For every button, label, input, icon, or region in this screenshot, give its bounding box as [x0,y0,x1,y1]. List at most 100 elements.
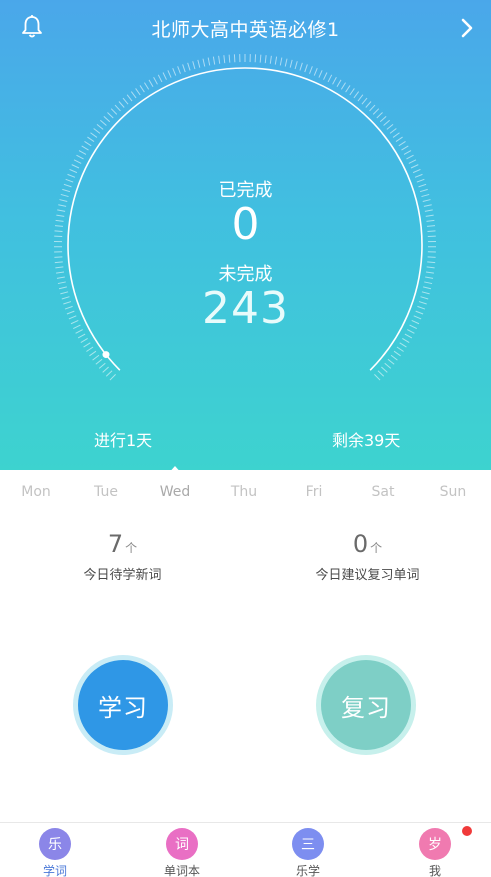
gauge-tick [81,145,89,151]
gauge-tick [374,374,381,381]
review-count: 0 [352,530,369,558]
gauge-tick [299,62,303,71]
active-day-pointer [167,466,183,475]
day-thu[interactable]: Thu [209,484,279,500]
gauge-tick [98,362,106,369]
tab-me-label: 我 [428,864,441,877]
notification-dot [462,826,472,836]
bottom-tab-bar: 乐 学词 词 单词本 三 乐学 岁 我 [0,822,491,877]
gauge-tick [207,57,211,66]
day-sun[interactable]: Sun [418,484,488,500]
gauge-tick [92,354,100,361]
gauge-tick [139,85,145,93]
new-words-count: 7 [107,530,124,558]
gauge-tick [289,59,293,68]
gauge-tick [379,115,387,123]
gauge-tick [122,97,129,105]
gauge-tick [406,154,414,160]
gauge-progress-marker [102,351,110,359]
day-wed[interactable]: Wed [140,484,210,500]
gauge-tick [197,59,201,68]
gauge-tick [96,123,104,130]
gauge-tick [86,346,94,352]
gauge-tick [187,62,191,71]
learn-button[interactable]: 学习 [78,660,168,750]
learn-words-icon: 乐 [39,828,71,860]
gauge-tick [109,374,116,381]
gauge-tick [83,342,91,348]
gauge-tick [401,145,409,151]
gauge-tick [76,154,84,160]
gauge-tick [182,64,186,73]
gauge-tick [384,362,392,369]
review-button[interactable]: 复习 [321,660,411,750]
gauge-tick [135,88,141,96]
tab-me[interactable]: 岁 我 [374,823,491,877]
gauge-tick [110,108,118,115]
tab-wordbook-label: 单词本 [163,864,200,877]
gauge-tick [399,342,407,348]
remaining-count: 243 [202,283,289,334]
gauge-tick [304,64,308,73]
gauge-tick [318,70,323,78]
review-unit: 个 [370,541,383,555]
gauge-tick [100,119,107,126]
gauge-tick [309,66,313,74]
gauge-tick [395,136,403,142]
gauge-tick [274,56,278,65]
gauge-tick [71,164,80,169]
gauge-tick [264,55,267,64]
day-sat[interactable]: Sat [348,484,418,500]
gauge-tick [93,128,101,134]
gauge-tick [172,68,177,76]
tab-learn-words[interactable]: 乐 学词 [0,823,116,877]
gauge-tick [340,82,346,90]
gauge-tick [103,115,111,123]
gauge-tick [69,169,78,174]
gauge-tick [157,74,163,83]
gauge-tick [294,61,298,70]
gauge-tick [327,74,333,83]
gauge-tick [77,333,86,339]
gauge-tick [192,61,196,70]
new-words-stat: 7个 今日待学新词 [0,530,245,583]
wordbook-icon: 词 [166,828,198,860]
tab-wordbook[interactable]: 词 单词本 [121,823,243,877]
day-mon[interactable]: Mon [1,484,71,500]
gauge-tick [130,91,137,99]
review-label: 今日建议复习单词 [315,568,420,583]
gauge-tick [372,108,380,115]
gauge-tick [408,159,417,164]
gauge-tick [90,132,98,138]
gauge-tick [345,85,351,93]
day-tue[interactable]: Tue [71,484,141,500]
gauge-tick [95,358,103,365]
gauge-tick [167,70,172,78]
fun-learning-icon: 三 [292,828,324,860]
gauge-tick [402,338,410,343]
new-words-label: 今日待学新词 [83,568,162,583]
gauge-tick [212,56,216,65]
gauge-tick [412,169,421,174]
gauge-tick [177,66,181,74]
tab-fun-learning[interactable]: 三 乐学 [247,823,369,877]
days-left: 剩余39天 [332,431,401,450]
gauge-tick [427,256,436,258]
gauge-tick [259,54,262,63]
gauge-tick [365,101,372,108]
gauge-tick [279,57,283,66]
gauge-tick [87,136,95,142]
gauge-tick [269,55,272,64]
gauge-tick [369,104,376,112]
gauge-tick [398,141,406,147]
gauge-tick [218,55,221,64]
day-fri[interactable]: Fri [279,484,349,500]
gauge-tick [389,128,397,134]
gauge-tick [353,91,360,99]
gauge-tick [144,82,150,90]
gauge-tick [387,358,395,365]
review-words-stat: 0个 今日建议复习单词 [245,530,490,583]
gauge-tick [73,159,82,164]
gauge-tick [390,354,398,361]
gauge-tick [357,94,364,102]
